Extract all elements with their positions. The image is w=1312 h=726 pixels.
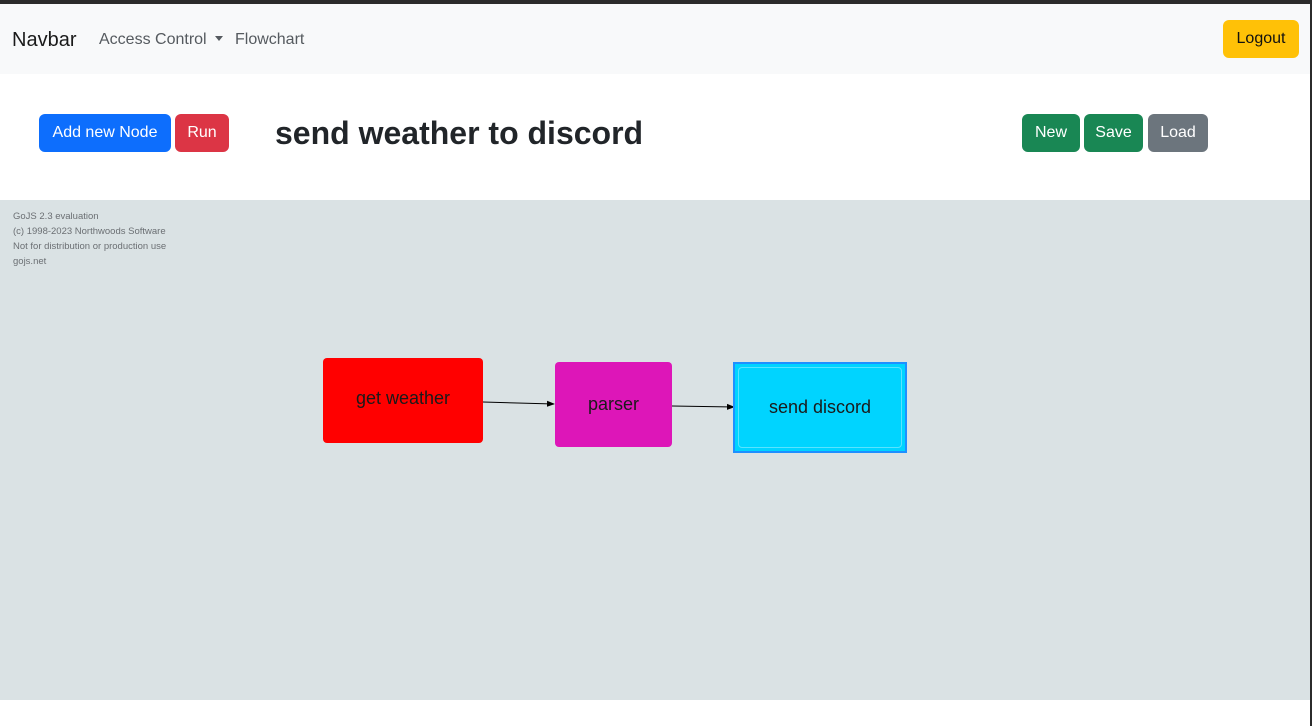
navbar: Navbar Access Control Flowchart Logout (0, 4, 1310, 74)
link-weather-to-parser (482, 400, 555, 407)
logout-button[interactable]: Logout (1223, 20, 1299, 58)
nav-item-flowchart[interactable]: Flowchart (235, 31, 304, 49)
nav-item-access-control[interactable]: Access Control (99, 31, 223, 49)
add-node-button[interactable]: Add new Node (39, 114, 171, 152)
save-button[interactable]: Save (1084, 114, 1143, 152)
load-button[interactable]: Load (1148, 114, 1208, 152)
diagram-canvas[interactable]: GoJS 2.3 evaluation (c) 1998-2023 Northw… (0, 200, 1310, 700)
diagram-links (482, 400, 735, 410)
node-parser[interactable]: parser (555, 362, 672, 447)
nav-item-access-control-label: Access Control (99, 31, 207, 48)
flow-title: send weather to discord (275, 115, 644, 151)
link-parser-to-discord (671, 403, 735, 410)
node-label: get weather (355, 388, 451, 408)
node-get-weather[interactable]: get weather (323, 358, 483, 443)
chevron-down-icon (214, 36, 223, 41)
new-button[interactable]: New (1022, 114, 1080, 152)
node-label: parser (587, 394, 640, 414)
navbar-brand[interactable]: Navbar (12, 29, 76, 52)
run-button[interactable]: Run (175, 114, 229, 152)
node-send-discord-selection[interactable]: send discord (733, 362, 907, 453)
node-label: send discord (768, 397, 872, 417)
node-send-discord[interactable]: send discord (738, 367, 902, 448)
